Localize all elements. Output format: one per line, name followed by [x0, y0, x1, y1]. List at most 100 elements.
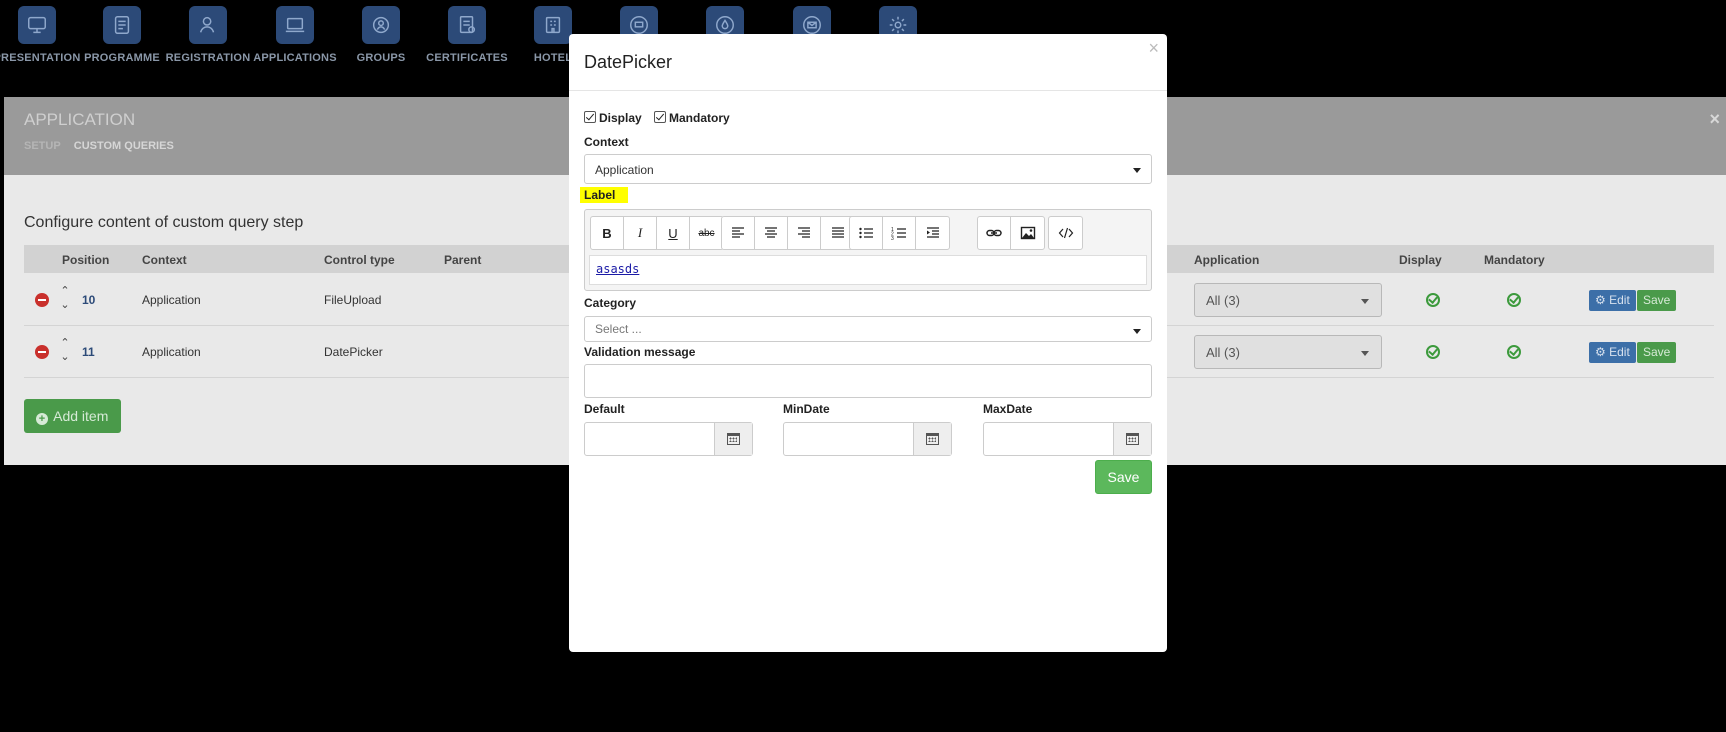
hotel-icon	[534, 6, 572, 44]
calendar-button[interactable]	[714, 423, 752, 455]
calendar-icon	[926, 433, 939, 445]
row-control-type: FileUpload	[324, 293, 382, 307]
context-select-value: Application	[595, 163, 654, 177]
add-item-button[interactable]: + Add item	[24, 399, 121, 433]
rich-text-editor: B I U abc 123 asasds	[584, 209, 1152, 291]
calendar-icon	[727, 433, 740, 445]
programme-icon	[103, 6, 141, 44]
sub-tabs: SETUP CUSTOM QUERIES	[24, 140, 184, 152]
row-control-type: DatePicker	[324, 345, 383, 359]
calendar-icon	[1126, 433, 1139, 445]
mindate-input[interactable]	[783, 422, 952, 456]
column-header-mandatory: Mandatory	[1484, 253, 1545, 267]
modal-title: DatePicker	[584, 52, 673, 72]
align-center-icon	[765, 227, 777, 238]
certificates-icon	[448, 6, 486, 44]
column-header-parent: Parent	[444, 253, 482, 267]
tab-setup[interactable]: SETUP	[24, 140, 61, 152]
registration-icon	[189, 6, 227, 44]
image-button[interactable]	[1011, 217, 1044, 249]
calendar-button[interactable]	[913, 423, 951, 455]
maxdate-input[interactable]	[983, 422, 1152, 456]
row-save-button[interactable]: Save	[1637, 290, 1677, 311]
validation-message-input[interactable]	[584, 364, 1152, 398]
align-left-icon	[732, 227, 744, 238]
edit-button-label: Edit	[1609, 345, 1630, 359]
column-header-context: Context	[142, 253, 187, 267]
bullet-list-button[interactable]	[850, 217, 883, 249]
mindate-label: MinDate	[783, 402, 830, 416]
mandatory-check-icon	[1507, 293, 1521, 307]
application-select-value: All (3)	[1206, 345, 1240, 360]
row-context: Application	[142, 345, 201, 359]
screen: PRESENTATION PROGRAMME REGISTRATION APPL…	[0, 0, 1726, 732]
text-format-group: B I U abc	[590, 216, 724, 250]
bold-button[interactable]: B	[591, 217, 624, 249]
align-center-button[interactable]	[755, 217, 788, 249]
svg-text:3: 3	[891, 236, 894, 240]
edit-button[interactable]: ⚙ Edit	[1589, 290, 1636, 311]
application-select[interactable]: All (3)	[1194, 283, 1382, 317]
reorder-icon[interactable]: ⌃ ⌄	[59, 336, 71, 364]
remove-icon[interactable]	[35, 293, 49, 307]
justify-icon	[831, 227, 844, 238]
display-check-icon	[1426, 345, 1440, 359]
underline-button[interactable]: U	[657, 217, 690, 249]
column-header-application: Application	[1194, 253, 1260, 267]
validation-message-label: Validation message	[584, 345, 696, 359]
display-checkbox[interactable]: Display	[584, 111, 642, 125]
remove-icon[interactable]	[35, 345, 49, 359]
page-title: APPLICATION	[24, 110, 136, 129]
align-group	[721, 216, 855, 250]
plus-icon: +	[36, 413, 48, 425]
italic-button[interactable]: I	[624, 217, 657, 249]
numbered-list-button[interactable]: 123	[883, 217, 916, 249]
editor-content[interactable]: asasds	[589, 255, 1147, 285]
bullet-list-icon	[859, 227, 873, 239]
row-save-button[interactable]: Save	[1637, 342, 1677, 363]
checkbox-checked-icon	[584, 111, 596, 123]
label-label: Label	[580, 187, 628, 203]
maxdate-label: MaxDate	[983, 402, 1033, 416]
indent-icon	[926, 227, 939, 238]
row-position: 10	[82, 293, 96, 307]
section-title: Configure content of custom query step	[24, 214, 304, 231]
checkbox-checked-icon	[654, 111, 666, 123]
row-position: 11	[82, 345, 95, 359]
indent-button[interactable]	[916, 217, 949, 249]
caret-down-icon	[1133, 168, 1141, 173]
column-header-control-type: Control type	[324, 253, 395, 267]
add-item-label: Add item	[53, 408, 109, 424]
align-left-button[interactable]	[722, 217, 755, 249]
category-select-placeholder: Select ...	[595, 322, 642, 336]
link-icon	[986, 229, 1002, 237]
numbered-list-icon: 123	[891, 227, 906, 240]
code-view-button[interactable]	[1049, 217, 1082, 249]
reorder-icon[interactable]: ⌃ ⌄	[59, 284, 71, 312]
column-header-position: Position	[62, 253, 110, 267]
edit-button[interactable]: ⚙ Edit	[1589, 342, 1636, 363]
context-select[interactable]: Application	[584, 154, 1152, 184]
save-button[interactable]: Save	[1095, 460, 1152, 494]
default-label: Default	[584, 402, 625, 416]
panel-close-icon[interactable]: ×	[1709, 109, 1720, 130]
link-button[interactable]	[978, 217, 1011, 249]
align-right-icon	[798, 227, 810, 238]
applications-icon	[276, 6, 314, 44]
display-checkbox-label: Display	[599, 111, 642, 125]
application-select-value: All (3)	[1206, 293, 1240, 308]
application-select[interactable]: All (3)	[1194, 335, 1382, 369]
column-header-display: Display	[1399, 253, 1442, 267]
caret-down-icon	[1133, 329, 1141, 334]
align-right-button[interactable]	[788, 217, 821, 249]
category-select[interactable]: Select ...	[584, 316, 1152, 342]
display-check-icon	[1426, 293, 1440, 307]
edit-button-label: Edit	[1609, 293, 1630, 307]
caret-down-icon	[1361, 299, 1369, 304]
tab-custom-queries[interactable]: CUSTOM QUERIES	[74, 140, 174, 152]
default-date-input[interactable]	[584, 422, 753, 456]
calendar-button[interactable]	[1113, 423, 1151, 455]
mandatory-checkbox[interactable]: Mandatory	[654, 111, 730, 125]
modal-close-icon[interactable]: ×	[1148, 38, 1159, 59]
strikethrough-button[interactable]: abc	[690, 217, 723, 249]
